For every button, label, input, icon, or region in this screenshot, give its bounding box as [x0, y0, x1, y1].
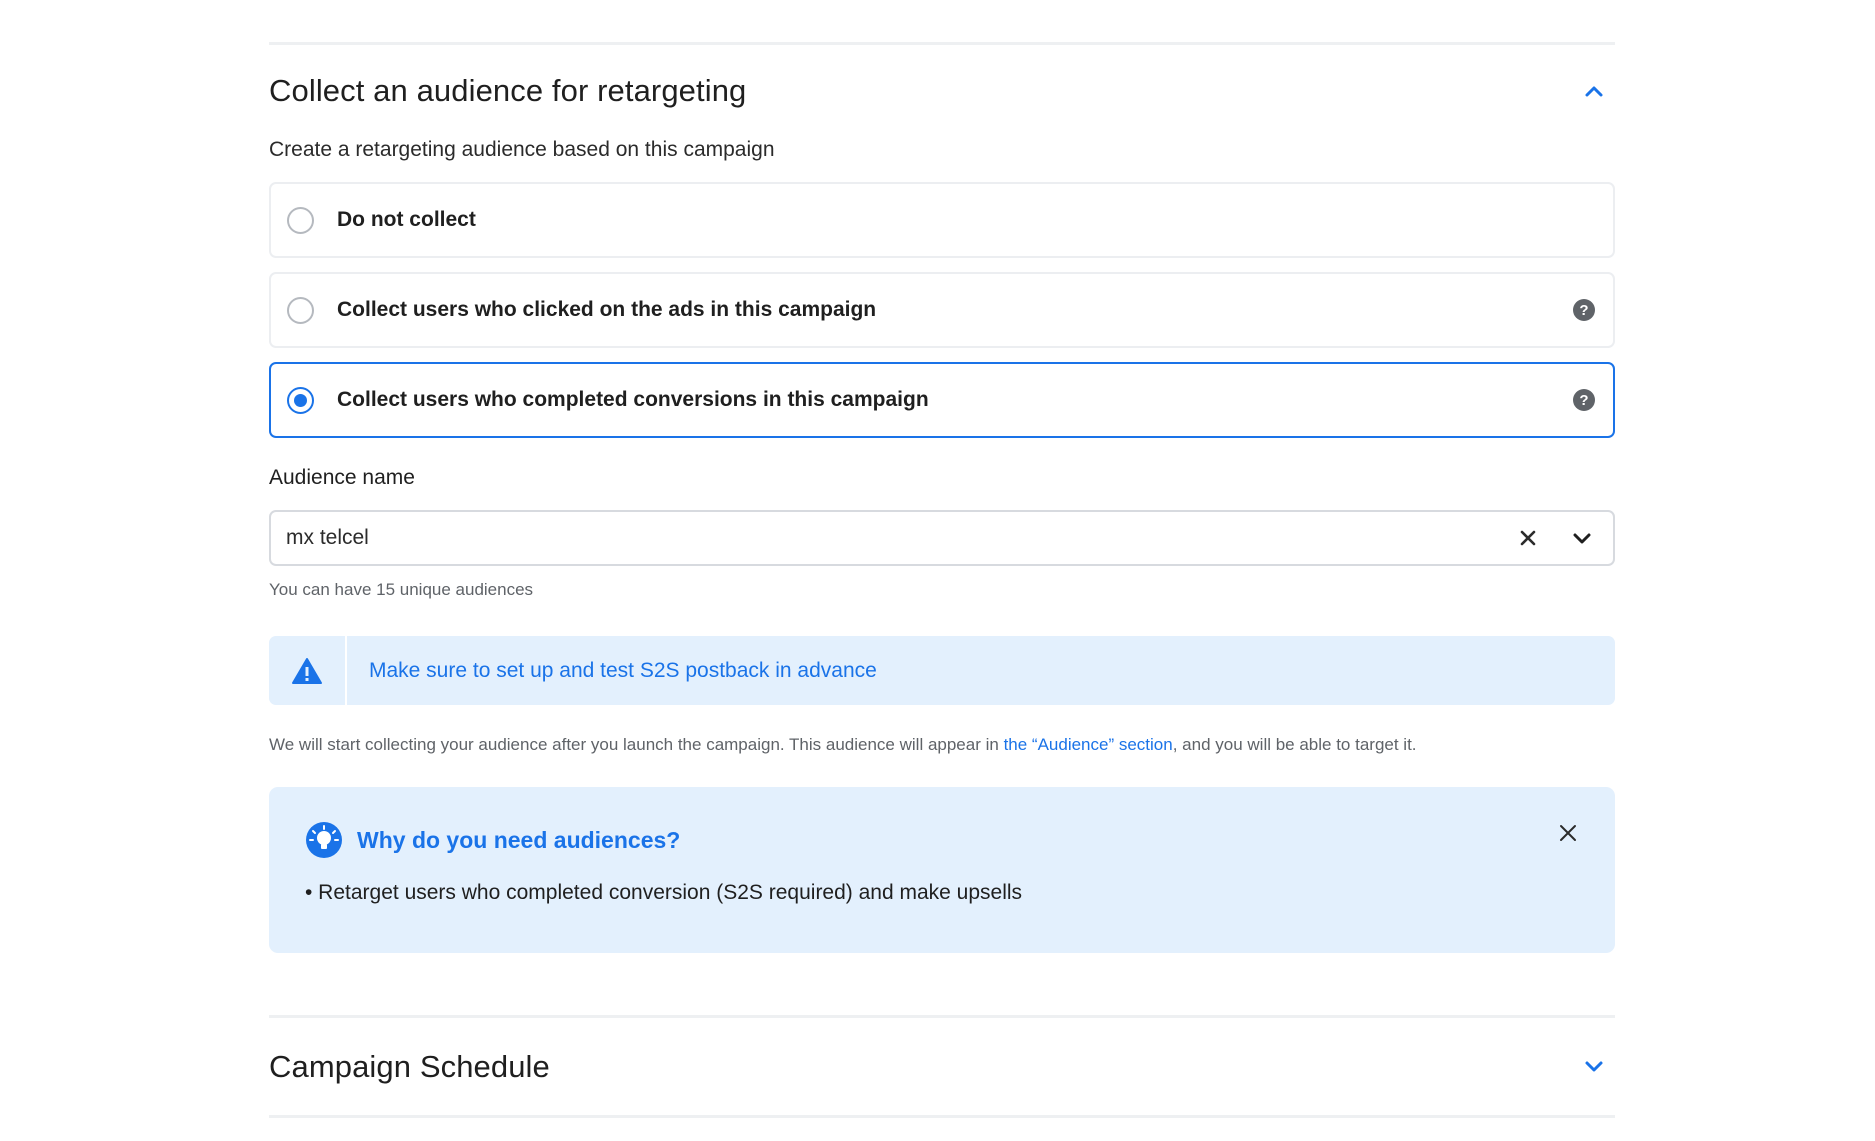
warning-text: Make sure to set up and test S2S postbac…: [369, 658, 877, 682]
info-title: Why do you need audiences?: [357, 826, 681, 853]
close-icon[interactable]: [1555, 820, 1581, 846]
help-icon[interactable]: ?: [1573, 389, 1595, 411]
chevron-up-icon[interactable]: [1577, 74, 1611, 108]
audience-limit-hint: You can have 15 unique audiences: [269, 580, 534, 599]
retargeting-settings: Collect an audience for retargeting Crea…: [269, 0, 1615, 1118]
chevron-down-icon[interactable]: [1567, 523, 1597, 553]
radio-dot: [294, 393, 307, 407]
section-divider: [269, 1115, 1615, 1118]
collection-note: We will start collecting your audience a…: [269, 735, 1615, 759]
audience-name-value[interactable]: mx telcel: [286, 526, 1513, 550]
retargeting-section-title: Collect an audience for retargeting: [269, 73, 747, 108]
warning-icon-container: [269, 636, 347, 705]
option-label: Do not collect: [337, 208, 476, 231]
radio-button[interactable]: [287, 206, 314, 234]
lightbulb-icon: [306, 822, 342, 858]
option-collect-clicked[interactable]: Collect users who clicked on the ads in …: [269, 272, 1615, 348]
schedule-section-title: Campaign Schedule: [269, 1048, 550, 1084]
option-label: Collect users who completed conversions …: [337, 388, 929, 411]
warning-triangle-icon: [292, 657, 322, 684]
schedule-section-header[interactable]: Campaign Schedule: [269, 1018, 1615, 1115]
collect-options: Do not collect Collect users who clicked…: [269, 182, 1615, 438]
option-do-not-collect[interactable]: Do not collect: [269, 182, 1615, 258]
help-icon[interactable]: ?: [1573, 299, 1595, 321]
s2s-warning-banner: Make sure to set up and test S2S postbac…: [269, 636, 1615, 705]
info-header: Why do you need audiences?: [305, 821, 1579, 859]
audiences-info-box: Why do you need audiences? • Retarget us…: [269, 787, 1615, 953]
radio-button[interactable]: [287, 296, 314, 324]
retargeting-section-header[interactable]: Collect an audience for retargeting: [269, 45, 1615, 137]
option-label: Collect users who clicked on the ads in …: [337, 298, 877, 321]
retargeting-subtitle: Create a retargeting audience based on t…: [269, 138, 775, 161]
info-bullet: • Retarget users who completed conversio…: [305, 881, 1023, 904]
audience-section-link[interactable]: the “Audience” section: [1004, 735, 1173, 754]
radio-button-checked[interactable]: [287, 386, 314, 414]
note-text-end: , and you will be able to target it.: [1172, 735, 1417, 754]
audience-name-select[interactable]: mx telcel: [269, 510, 1615, 566]
chevron-down-icon[interactable]: [1577, 1050, 1611, 1084]
note-text: We will start collecting your audience a…: [269, 735, 1004, 754]
audience-name-label: Audience name: [269, 466, 415, 489]
option-collect-converted[interactable]: Collect users who completed conversions …: [269, 362, 1615, 438]
close-icon[interactable]: [1513, 523, 1543, 553]
